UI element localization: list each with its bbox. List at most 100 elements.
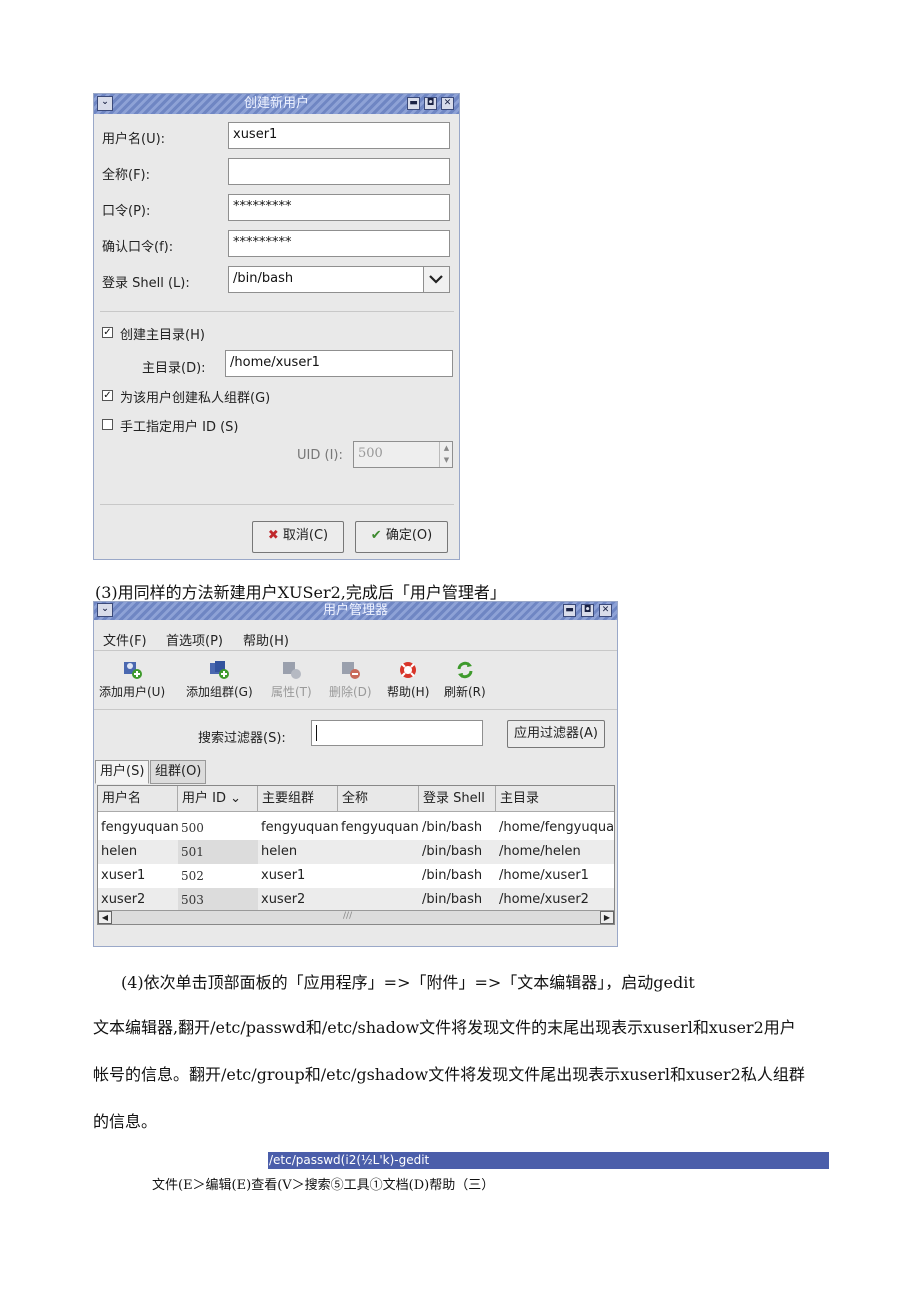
properties-label: 属性(T) [271,685,312,699]
private-group-checkbox[interactable]: ✓ [102,390,113,401]
caption-step3: (3)用同样的方法新建用户XUSer2,完成后「用户管理者」 [95,583,506,602]
close-icon[interactable]: ✕ [599,604,612,617]
cell-fullname [338,840,419,864]
help-label: 帮助(H) [387,685,430,699]
paragraph-line-2: 文本编辑器,翻开/etc/passwd和/etc/shadow文件将发现文件的末… [93,1018,796,1037]
create-home-label: 创建主目录(H) [120,328,205,343]
cell-uid: 503 [178,888,258,912]
fullname-label: 全称(F): [102,168,151,183]
shell-label: 登录 Shell (L): [102,276,190,291]
gedit-titlebar[interactable]: /etc/passwd(i2(½L'k)-gedit [268,1152,829,1169]
add-group-button[interactable]: 添加组群(G) [186,660,253,700]
cell-shell: /bin/bash [422,844,483,859]
chevron-down-icon[interactable] [423,267,449,292]
properties-icon [283,662,302,679]
cell-username: helen [101,844,138,859]
uid-value: 500 [358,446,383,461]
gedit-title: /etc/passwd(i2(½L'k)-gedit [269,1153,430,1167]
scroll-left-icon[interactable]: ◀ [98,911,112,924]
manual-uid-checkbox[interactable] [102,419,113,430]
table-row[interactable]: helen 501 helen /bin/bash /home/helen [98,840,614,864]
add-user-button[interactable]: 添加用户(U) [99,660,165,700]
cell-primary-group: xuser1 [261,868,306,883]
column-header-uid[interactable]: 用户 ID ⌄ [178,786,258,812]
cell-uid: 502 [181,869,204,883]
window-titlebar[interactable]: 用户管理器 [94,602,617,620]
shell-select-value: /bin/bash [233,271,294,286]
cell-home: /home/xuser2 [499,892,589,907]
password-label: 口令(P): [102,204,151,219]
window-menu-icon[interactable]: ⌄ [97,603,113,617]
column-header-fullname[interactable]: 全称 [338,786,419,812]
tab-groups[interactable]: 组群(O) [150,760,207,784]
fullname-input[interactable] [228,158,450,185]
properties-button[interactable]: 属性(T) [271,660,312,700]
ok-check-icon: ✔ [370,528,382,543]
cell-username: xuser2 [101,892,146,907]
user-manager-window: 用户管理器 ⌄ ▬ ◘ ✕ 文件(F) 首选项(P) 帮助(H) 添加用户(U)… [93,601,618,947]
minimize-icon[interactable]: ▬ [407,97,420,110]
add-group-label: 添加组群(G) [186,685,253,699]
create-user-dialog: 创建新用户 ⌄ ▬ ◘ ✕ 用户名(U): xuser1 全称(F): 口令(P… [93,93,460,560]
scroll-right-icon[interactable]: ▶ [600,911,614,924]
cell-username: fengyuquan [101,820,178,835]
table-row[interactable]: xuser2 503 xuser2 /bin/bash /home/xuser2 [98,888,614,912]
cell-home: /home/helen [499,844,581,859]
home-dir-label: 主目录(D): [142,361,206,376]
filter-input[interactable] [311,720,483,746]
users-table: 用户名 用户 ID ⌄ 主要组群 全称 登录 Shell 主目录 fengyuq… [97,785,615,925]
cancel-button[interactable]: ✖ 取消(C) [252,521,344,553]
apply-filter-button[interactable]: 应用过滤器(A) [507,720,605,748]
cell-uid: 501 [178,840,258,864]
cell-primary-group: helen [261,844,298,859]
horizontal-scrollbar[interactable]: ◀ /// ▶ [98,910,614,924]
maximize-icon[interactable]: ◘ [581,604,594,617]
create-home-checkbox[interactable]: ✓ [102,327,113,338]
column-header-home[interactable]: 主目录 [496,786,614,812]
username-input[interactable]: xuser1 [228,122,450,149]
tab-users[interactable]: 用户(S) [95,760,150,784]
ok-button-label: 确定(O) [385,528,433,543]
dialog-title: 创建新用户 [243,96,309,111]
menu-file[interactable]: 文件(F) [103,630,147,649]
cell-fullname: fengyuquan [341,820,419,835]
shell-select[interactable]: /bin/bash [228,266,450,293]
confirm-password-label: 确认口令(f): [102,240,174,255]
refresh-label: 刷新(R) [444,685,486,699]
column-header-primary-group[interactable]: 主要组群 [258,786,338,812]
confirm-password-input[interactable]: ********* [228,230,450,257]
cell-shell: /bin/bash [422,820,483,835]
table-row[interactable]: fengyuquan 500 fengyuquan fengyuquan /bi… [98,816,614,840]
divider [94,709,617,710]
menu-help[interactable]: 帮助(H) [243,630,289,649]
uid-stepper: 500 [353,441,453,468]
cell-primary-group: xuser2 [261,892,306,907]
cell-fullname [338,888,419,912]
password-input[interactable]: ********* [228,194,450,221]
home-dir-input[interactable]: /home/xuser1 [225,350,453,377]
close-icon[interactable]: ✕ [441,97,454,110]
help-button[interactable]: 帮助(H) [387,660,429,700]
delete-button[interactable]: 删除(D) [329,660,372,700]
scroll-grip-icon[interactable]: /// [343,911,352,921]
window-title: 用户管理器 [322,603,388,618]
maximize-icon[interactable]: ◘ [424,97,437,110]
minimize-icon[interactable]: ▬ [563,604,576,617]
ok-button[interactable]: ✔ 确定(O) [355,521,448,553]
paragraph-line-1: (4)依次单击顶部面板的「应用程序」=>「附件」=>「文本编辑器」，启动gedi… [121,973,695,992]
table-row[interactable]: xuser1 502 xuser1 /bin/bash /home/xuser1 [98,864,614,888]
column-header-username[interactable]: 用户名 [98,786,178,812]
paragraph-line-4: 的信息。 [93,1112,158,1131]
uid-label: UID (I): [297,448,343,463]
menu-preferences[interactable]: 首选项(P) [166,630,223,649]
delete-label: 删除(D) [329,685,372,699]
dialog-titlebar[interactable]: 创建新用户 [94,94,459,114]
manual-uid-label: 手工指定用户 ID (S) [120,420,239,435]
window-menu-icon[interactable]: ⌄ [97,96,113,111]
column-header-shell[interactable]: 登录 Shell [419,786,496,812]
cell-home: /home/xuser1 [499,868,589,883]
divider [100,311,454,312]
refresh-icon [457,661,473,679]
gedit-menubar[interactable]: 文件(E＞编辑(E)查看(V＞搜索⑤工具①文档(D)帮助（三） [152,1174,494,1193]
refresh-button[interactable]: 刷新(R) [444,660,486,700]
